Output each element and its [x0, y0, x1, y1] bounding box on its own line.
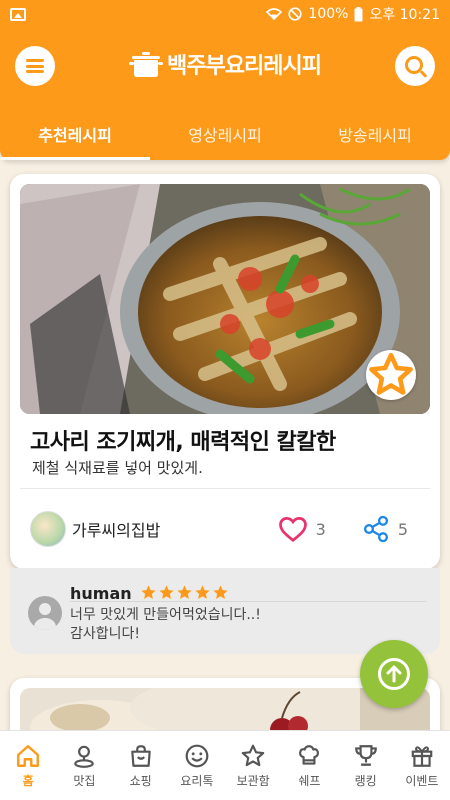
star-icon	[159, 585, 174, 599]
like-button[interactable]: 3	[278, 515, 326, 543]
star-icon	[213, 585, 228, 599]
home-icon	[17, 744, 40, 767]
comment-rating	[140, 584, 229, 601]
shopping-bag-icon	[130, 744, 151, 767]
nav-home[interactable]: 홈	[0, 731, 56, 800]
nav-restaurants[interactable]: 맛집	[56, 731, 112, 800]
wifi-icon	[266, 8, 283, 21]
scroll-top-button[interactable]	[360, 640, 428, 708]
gallery-icon	[10, 7, 26, 21]
recipe-card[interactable]: 고사리 조기찌개, 매력적인 칼칼한 제철 식재료를 넣어 맛있게. 가루씨의집…	[10, 174, 440, 569]
nav-label: 이벤트	[405, 773, 439, 788]
arrow-up-icon	[386, 665, 402, 683]
chef-icon	[299, 744, 320, 765]
smile-icon	[185, 744, 209, 767]
tab-video[interactable]: 영상레시피	[150, 108, 300, 160]
star-icon	[177, 585, 192, 599]
nav-label: 홈	[22, 773, 34, 788]
like-count: 3	[315, 519, 326, 539]
share-button[interactable]: 5	[362, 515, 408, 543]
star-icon	[241, 744, 265, 766]
battery-icon	[354, 6, 363, 21]
nav-label: 쇼핑	[129, 773, 152, 788]
battery-percent: 100%	[308, 6, 349, 22]
comment-line-1: 너무 맛있게 만들어먹었습니다..!	[70, 607, 261, 623]
search-button[interactable]	[395, 46, 435, 86]
nav-label: 보관함	[236, 773, 270, 788]
pot-icon	[129, 52, 164, 77]
arrow-up-circle-icon	[378, 658, 410, 690]
star-icon	[141, 585, 156, 599]
share-count: 5	[397, 519, 408, 539]
search-icon	[404, 55, 423, 74]
nav-cooking-talk[interactable]: 요리톡	[169, 731, 225, 800]
app-bar: 백주부요리레시피	[0, 28, 450, 108]
nav-label: 맛집	[73, 773, 96, 788]
tab-recommended[interactable]: 추천레시피	[0, 108, 150, 160]
bottom-nav: 홈 맛집 쇼핑 요리톡 보관함 쉐프 랭킹 이벤트	[0, 730, 450, 800]
status-bar: 100% 오후 10:21	[0, 0, 450, 28]
comment-text: 너무 맛있게 만들어먹었습니다..! 감사합니다!	[70, 606, 261, 644]
clock: 오후 10:21	[369, 7, 440, 23]
star-icon	[195, 585, 210, 599]
do-not-disturb-icon	[288, 7, 303, 21]
nav-label: 쉐프	[298, 773, 321, 788]
nav-shopping[interactable]: 쇼핑	[113, 731, 169, 800]
heart-icon	[278, 516, 307, 542]
favorite-button[interactable]	[366, 350, 416, 400]
trophy-icon	[354, 744, 377, 766]
app-logo: 백주부요리레시피	[0, 48, 450, 80]
author-name[interactable]: 가루씨의집밥	[72, 517, 160, 541]
share-icon	[363, 515, 388, 543]
logo-text: 백주부요리레시피	[167, 54, 322, 79]
recipe-title[interactable]: 고사리 조기찌개, 매력적인 칼칼한	[30, 424, 336, 456]
comment-preview[interactable]: human 너무 맛있게 만들어먹었습니다..! 감사합니다!	[10, 568, 440, 654]
nav-ranking[interactable]: 랭킹	[338, 731, 394, 800]
map-pin-icon	[74, 745, 95, 768]
nav-storage[interactable]: 보관함	[225, 731, 281, 800]
recipe-photo[interactable]	[20, 184, 430, 414]
tab-broadcast[interactable]: 방송레시피	[300, 108, 450, 160]
comment-avatar	[28, 596, 62, 630]
recipe-description: 제철 식재료를 넣어 맛있게.	[32, 459, 203, 477]
gift-icon	[411, 745, 433, 767]
nav-events[interactable]: 이벤트	[394, 731, 450, 800]
nav-label: 랭킹	[354, 773, 377, 788]
star-outline-icon	[369, 352, 413, 395]
recipe-footer: 가루씨의집밥 3 5	[10, 489, 440, 569]
nav-label: 요리톡	[180, 773, 214, 788]
tab-bar: 추천레시피 영상레시피 방송레시피	[0, 108, 450, 160]
author-avatar[interactable]	[30, 511, 66, 547]
comment-line-2: 감사합니다!	[70, 626, 141, 642]
comment-divider	[70, 601, 426, 602]
nav-chef[interactable]: 쉐프	[281, 731, 337, 800]
